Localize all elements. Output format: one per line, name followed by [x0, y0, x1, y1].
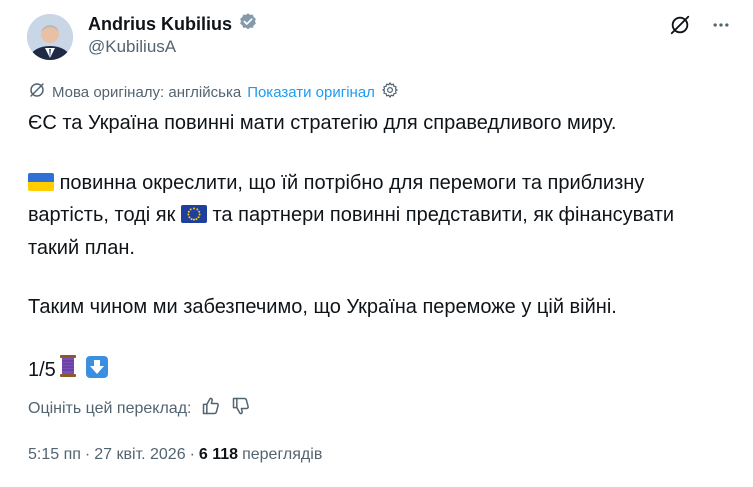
translate-icon [28, 81, 46, 103]
tweet-time[interactable]: 5:15 пп [28, 446, 81, 464]
down-arrow-icon [85, 355, 109, 389]
original-language-label: Мова оригіналу: англійська [52, 83, 242, 101]
grok-icon[interactable] [669, 14, 691, 36]
more-options-icon[interactable] [711, 15, 731, 35]
tweet-thread-counter: 1/5 [28, 353, 728, 389]
eu-flag-icon [180, 204, 207, 234]
rate-translation-label: Оцініть цей переклад: [28, 399, 192, 417]
views-label: переглядів [242, 446, 323, 463]
thread-icon [56, 353, 80, 389]
thumbs-down-icon[interactable] [231, 396, 251, 421]
author-handle[interactable]: @KubiliusA [88, 37, 176, 57]
translation-settings-icon[interactable] [381, 81, 399, 103]
meta-separator: · [84, 446, 91, 463]
tweet-date[interactable]: 27 квіт. 2026 [94, 446, 185, 464]
tweet-paragraph-2: повинна окреслити, що їй потрібно для пе… [28, 171, 675, 259]
author-name[interactable]: Andrius Kubilius [88, 14, 232, 35]
thumbs-up-icon[interactable] [201, 396, 221, 421]
ukraine-flag-icon [28, 172, 54, 202]
meta-separator-2: · [189, 446, 195, 463]
tweet-line-3: Таким чином ми забезпечимо, що Україна п… [28, 296, 617, 318]
show-original-link[interactable]: Показати оригінал [247, 84, 375, 101]
verified-badge-icon[interactable] [238, 12, 258, 37]
views-count: 6 118 [198, 446, 239, 463]
tweet-text: ЄС та Україна повинні мати стратегію для… [28, 109, 728, 388]
avatar[interactable] [27, 14, 73, 60]
tweet-line-1: ЄС та Україна повинні мати стратегію для… [28, 112, 617, 134]
